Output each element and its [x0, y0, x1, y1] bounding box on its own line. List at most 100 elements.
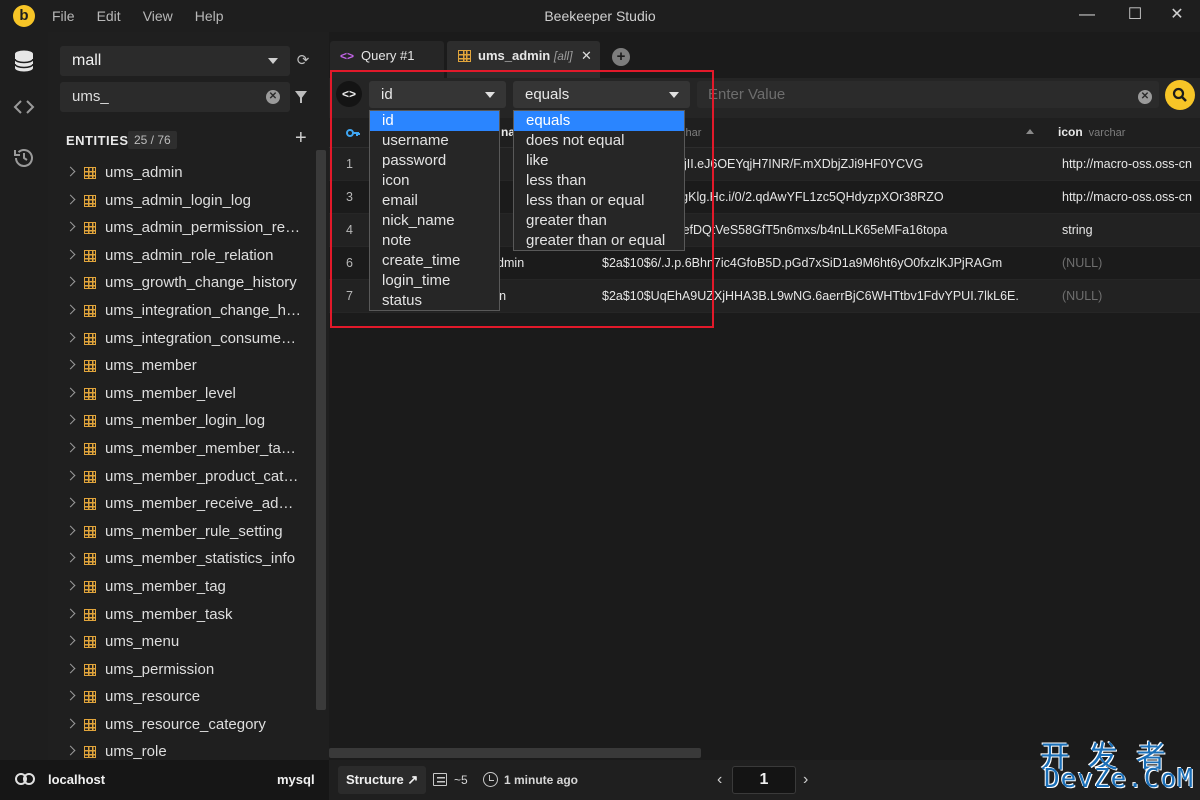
- menu-file[interactable]: File: [52, 0, 75, 32]
- sidebar-table-item[interactable]: ums_admin_role_relation: [48, 243, 316, 271]
- column-option[interactable]: icon: [370, 171, 499, 191]
- column-option[interactable]: login_time: [370, 271, 499, 291]
- sidebar-table-item[interactable]: ums_member_tag: [48, 574, 316, 602]
- clear-search-icon[interactable]: ✕: [266, 90, 280, 104]
- chevron-right-icon[interactable]: [65, 663, 76, 674]
- filter-operator-select[interactable]: equals: [513, 81, 690, 108]
- sidebar-table-item[interactable]: ums_member_login_log: [48, 408, 316, 436]
- chevron-right-icon[interactable]: [65, 690, 76, 701]
- chevron-right-icon[interactable]: [65, 608, 76, 618]
- cell-password[interactable]: $2a$10$6/.J.p.6Bhn7ic4GfoB5D.pGd7xSiD1a9…: [602, 247, 1042, 280]
- sidebar-table-item[interactable]: ums_permission: [48, 657, 316, 685]
- filter-icon[interactable]: [295, 91, 307, 103]
- operator-option[interactable]: greater than: [514, 211, 684, 231]
- cell-id[interactable]: 7: [346, 280, 366, 313]
- chevron-right-icon[interactable]: [65, 387, 76, 398]
- chevron-right-icon[interactable]: [65, 525, 76, 536]
- sidebar-table-item[interactable]: ums_member_member_tag_relation: [48, 436, 316, 464]
- sidebar-table-item[interactable]: ums_admin_permission_relation: [48, 215, 316, 243]
- column-option[interactable]: id: [370, 111, 499, 131]
- chevron-right-icon[interactable]: [65, 359, 76, 370]
- sidebar-table-item[interactable]: ums_growth_change_history: [48, 270, 316, 298]
- cell-icon[interactable]: http://macro-oss.oss-cn: [1062, 181, 1200, 214]
- operator-option[interactable]: equals: [514, 111, 684, 131]
- menu-edit[interactable]: Edit: [97, 0, 121, 32]
- query-code-icon[interactable]: [12, 98, 36, 122]
- column-header-icon[interactable]: icon varchar: [1058, 118, 1125, 147]
- chevron-right-icon[interactable]: [65, 746, 76, 756]
- sidebar-table-item[interactable]: ums_resource_category: [48, 712, 316, 740]
- sidebar-table-item[interactable]: ums_integration_consume_setting: [48, 326, 316, 354]
- sidebar-table-item[interactable]: ums_integration_change_history: [48, 298, 316, 326]
- chevron-right-icon[interactable]: [65, 166, 76, 177]
- cell-icon[interactable]: (NULL): [1062, 247, 1200, 280]
- column-option[interactable]: status: [370, 291, 499, 311]
- column-option[interactable]: email: [370, 191, 499, 211]
- sidebar-table-item[interactable]: ums_admin: [48, 160, 316, 188]
- column-option[interactable]: username: [370, 131, 499, 151]
- entity-search-input[interactable]: ums_ ✕: [60, 82, 290, 112]
- close-window-button[interactable]: ✕: [1154, 0, 1200, 32]
- operator-option[interactable]: like: [514, 151, 684, 171]
- operator-option[interactable]: greater than or equal: [514, 231, 684, 251]
- structure-button[interactable]: Structure ↗: [338, 766, 427, 794]
- sidebar-table-item[interactable]: ums_member_level: [48, 381, 316, 409]
- add-tab-button[interactable]: +: [612, 48, 630, 66]
- cell-icon[interactable]: http://macro-oss.oss-cn: [1062, 148, 1200, 181]
- column-option[interactable]: nick_name: [370, 211, 499, 231]
- grid-horizontal-scrollbar[interactable]: [329, 748, 701, 758]
- sidebar-table-item[interactable]: ums_member_statistics_info: [48, 546, 316, 574]
- database-icon[interactable]: [12, 49, 36, 73]
- sidebar-table-item[interactable]: ums_member_task: [48, 602, 316, 630]
- sidebar-table-item[interactable]: ums_member: [48, 353, 316, 381]
- refresh-icon[interactable]: ⟳: [293, 51, 313, 71]
- chevron-right-icon[interactable]: [65, 580, 76, 591]
- connection-host[interactable]: localhost: [48, 760, 105, 800]
- chevron-right-icon[interactable]: [65, 221, 76, 232]
- chevron-right-icon[interactable]: [65, 442, 76, 453]
- tab-ums-admin[interactable]: ums_admin [all] ✕: [447, 41, 600, 78]
- maximize-button[interactable]: ☐: [1112, 0, 1158, 32]
- cell-id[interactable]: 4: [346, 214, 366, 247]
- chevron-right-icon[interactable]: [65, 414, 76, 425]
- menu-help[interactable]: Help: [195, 0, 224, 32]
- menu-view[interactable]: View: [143, 0, 173, 32]
- column-option[interactable]: note: [370, 231, 499, 251]
- chevron-right-icon[interactable]: [65, 470, 76, 480]
- search-button[interactable]: [1165, 80, 1195, 110]
- history-icon[interactable]: [12, 146, 36, 170]
- column-option[interactable]: password: [370, 151, 499, 171]
- sidebar-table-item[interactable]: ums_member_product_category_relation: [48, 464, 316, 492]
- sidebar-table-item[interactable]: ums_resource: [48, 684, 316, 712]
- operator-option[interactable]: less than: [514, 171, 684, 191]
- cell-icon[interactable]: string: [1062, 214, 1200, 247]
- operator-option[interactable]: does not equal: [514, 131, 684, 151]
- cell-id[interactable]: 1: [346, 148, 366, 181]
- chevron-right-icon[interactable]: [65, 332, 76, 343]
- sidebar-table-item[interactable]: ums_role: [48, 739, 316, 760]
- chevron-right-icon[interactable]: [65, 497, 76, 508]
- chevron-right-icon[interactable]: [65, 276, 76, 287]
- add-entity-button[interactable]: +: [295, 128, 307, 148]
- clear-value-icon[interactable]: ✕: [1138, 90, 1152, 104]
- sidebar-table-item[interactable]: ums_admin_login_log: [48, 188, 316, 216]
- minimize-button[interactable]: —: [1064, 0, 1110, 32]
- chevron-right-icon[interactable]: [65, 194, 76, 205]
- page-number-input[interactable]: [732, 766, 796, 794]
- column-option[interactable]: create_time: [370, 251, 499, 271]
- cell-id[interactable]: 3: [346, 181, 366, 214]
- raw-filter-toggle-icon[interactable]: <>: [336, 81, 362, 107]
- chevron-right-icon[interactable]: [65, 552, 76, 563]
- next-page-icon[interactable]: ›: [803, 760, 808, 800]
- cell-id[interactable]: 6: [346, 247, 366, 280]
- sidebar-table-item[interactable]: ums_menu: [48, 629, 316, 657]
- sidebar-table-item[interactable]: ums_member_receive_address: [48, 491, 316, 519]
- sidebar-scrollbar[interactable]: [316, 150, 326, 710]
- chevron-right-icon[interactable]: [65, 718, 76, 729]
- connection-select[interactable]: mall: [60, 46, 290, 76]
- prev-page-icon[interactable]: ‹: [717, 760, 722, 800]
- close-tab-icon[interactable]: ✕: [581, 41, 592, 71]
- sidebar-table-item[interactable]: ums_member_rule_setting: [48, 519, 316, 547]
- cell-password[interactable]: $2a$10$UqEhA9UZXjHHA3B.L9wNG.6aerrBjC6WH…: [602, 280, 1042, 313]
- filter-column-select[interactable]: id: [369, 81, 506, 108]
